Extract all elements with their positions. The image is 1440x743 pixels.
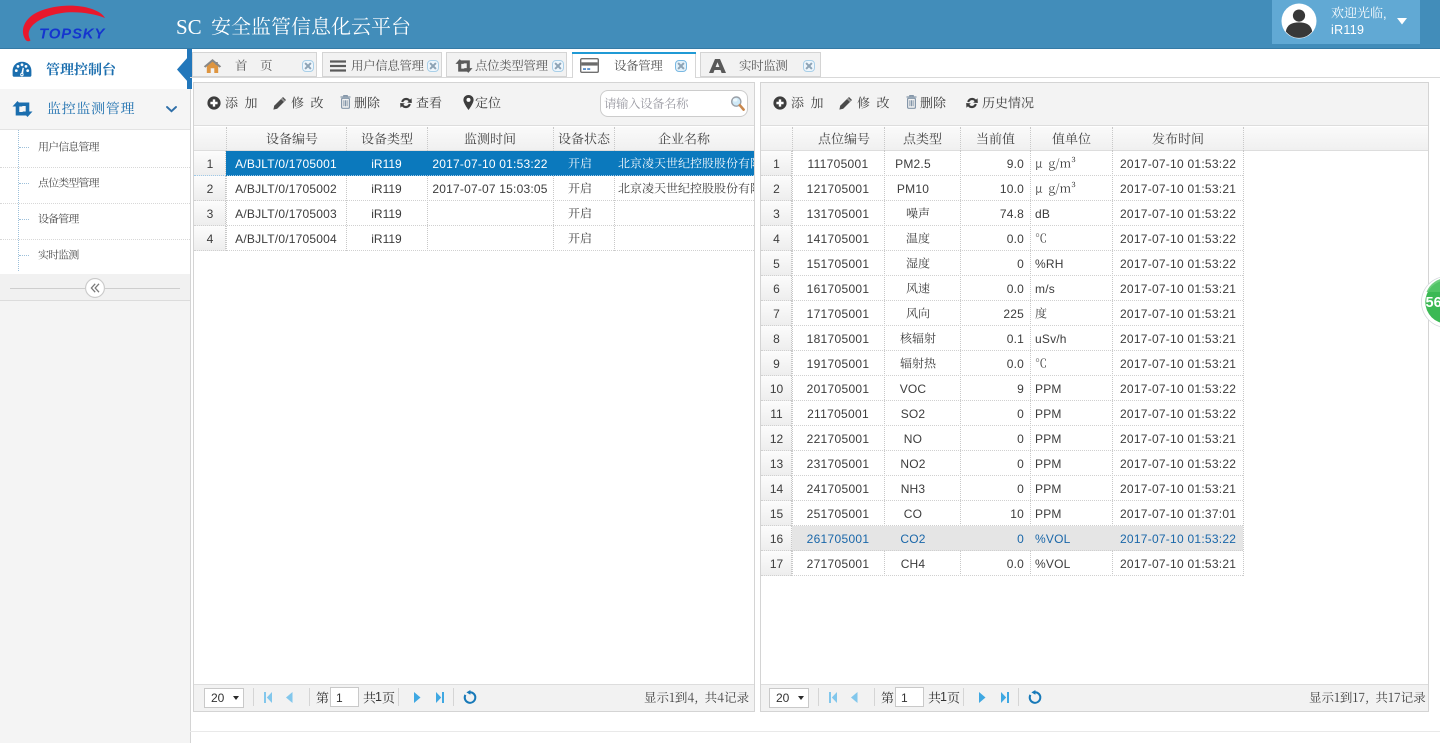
svg-text:56: 56 — [1426, 295, 1440, 311]
svg-text:TOPSKY: TOPSKY — [39, 26, 106, 43]
